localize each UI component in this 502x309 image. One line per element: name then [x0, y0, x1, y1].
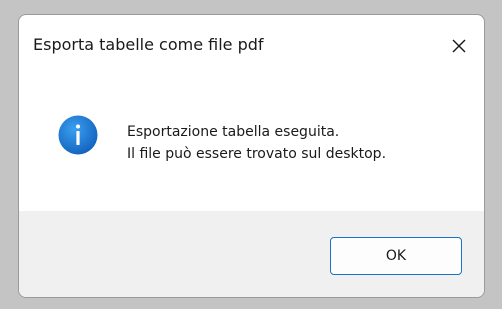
close-button[interactable]: [444, 31, 474, 61]
dialog-title: Esporta tabelle come file pdf: [33, 35, 264, 54]
dialog-body: Esportazione tabella eseguita. Il file p…: [19, 77, 484, 211]
message-line-1: Esportazione tabella eseguita.: [127, 124, 340, 140]
message-line-2: Il file può essere trovato sul desktop.: [127, 146, 387, 162]
info-icon: [58, 115, 98, 155]
close-icon: [452, 39, 466, 53]
ok-button[interactable]: OK: [330, 237, 462, 275]
dialog-message: Esportazione tabella eseguita. Il file p…: [127, 121, 386, 165]
dialog-footer: OK: [19, 211, 484, 297]
message-dialog: Esporta tabelle come file pdf Esportazio…: [18, 14, 485, 298]
dialog-titlebar: Esporta tabelle come file pdf: [19, 15, 484, 77]
